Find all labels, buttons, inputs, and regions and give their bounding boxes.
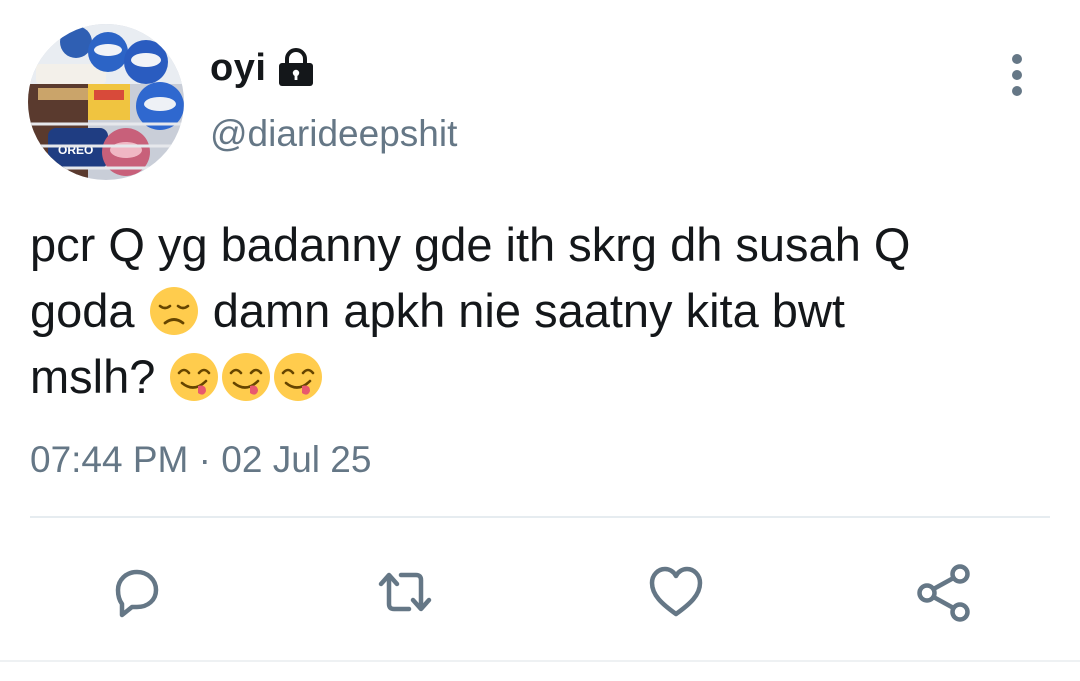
user-handle[interactable]: @diarideepshit <box>210 112 457 156</box>
tweet-text-segment: goda <box>30 284 135 337</box>
tweet-detail: OREO oyi @diarideepshit pcr Q yg badanny… <box>0 0 1080 681</box>
savoring-food-face-emoji <box>168 351 220 403</box>
like-button[interactable] <box>636 552 716 632</box>
tweet-text-segment: mslh? <box>30 350 156 403</box>
reply-icon <box>115 569 159 618</box>
more-vertical-icon <box>1012 54 1022 96</box>
tweet-text-line: mslh? <box>30 344 1060 410</box>
savoring-food-face-emoji <box>272 351 324 403</box>
share-button[interactable] <box>904 552 984 632</box>
tweet-text-line: pcr Q yg badanny gde ith skrg dh susah Q <box>30 212 1060 278</box>
tweet-time: 07:44 PM <box>30 439 189 480</box>
reply-button[interactable] <box>96 552 176 632</box>
disappointed-face-emoji <box>148 285 200 337</box>
avatar[interactable]: OREO <box>28 24 184 180</box>
avatar-image: OREO <box>28 24 184 180</box>
tweet-text-line: goda damn apkh nie saatny kita bwt <box>30 278 1060 344</box>
user-name-row[interactable]: oyi <box>210 44 316 92</box>
action-bar <box>0 552 1080 632</box>
tweet-text-segment: pcr Q yg badanny gde ith skrg dh susah Q <box>30 218 911 271</box>
retweet-button[interactable] <box>365 552 445 632</box>
bottom-divider <box>0 660 1080 662</box>
tweet-text: pcr Q yg badanny gde ith skrg dh susah Q… <box>30 212 1060 410</box>
tweet-date: 02 Jul 25 <box>221 439 372 480</box>
divider <box>30 516 1050 518</box>
share-icon <box>917 564 970 622</box>
timestamp-separator: · <box>198 439 211 480</box>
tweet-timestamp[interactable]: 07:44 PM · 02 Jul 25 <box>30 438 371 482</box>
lock-icon <box>276 48 316 88</box>
retweet-icon <box>378 572 432 612</box>
heart-icon <box>649 566 703 617</box>
savoring-food-face-emoji <box>220 351 272 403</box>
more-options-button[interactable] <box>996 52 1038 98</box>
display-name[interactable]: oyi <box>210 44 266 92</box>
tweet-text-segment: damn apkh nie saatny kita bwt <box>212 284 845 337</box>
